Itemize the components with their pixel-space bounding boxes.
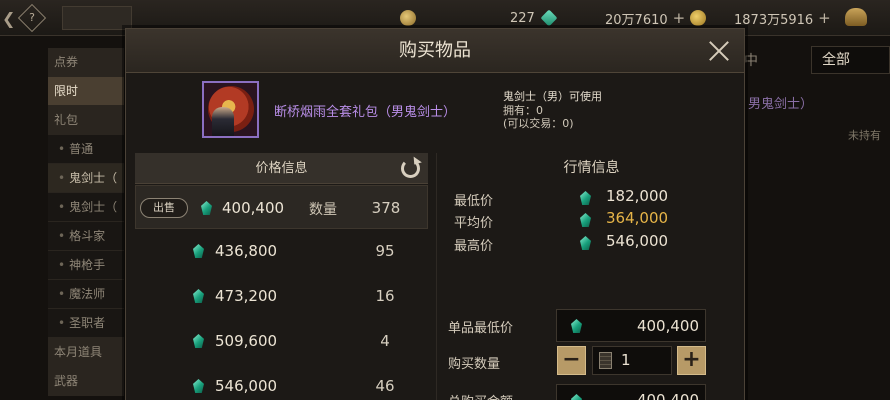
filter-dropdown[interactable]: 全部 xyxy=(811,46,890,74)
sidebar-item-limited[interactable]: 限时 xyxy=(48,77,124,106)
unit-price-value: 400,400 xyxy=(636,317,699,335)
price-info-header: 价格信息 xyxy=(135,153,428,184)
price-row[interactable]: 473,200 16 xyxy=(135,274,428,319)
market-min-label: 最低价 xyxy=(454,194,494,209)
market-max-value: 546,000 xyxy=(606,232,669,250)
market-min-row: 最低价 182,000 xyxy=(454,187,714,209)
price-list: 出售 400,400 数量 378 436,800 95 473,200 16 … xyxy=(135,185,428,400)
price-row[interactable]: 出售 400,400 数量 378 xyxy=(135,185,428,229)
total-amount-field: 400,400 xyxy=(556,384,706,400)
dialog-header: 购买物品 xyxy=(126,29,744,73)
gem-icon xyxy=(540,9,558,27)
item-name: 断桥烟雨全套礼包（男鬼剑士） xyxy=(274,105,457,120)
gem-icon xyxy=(571,394,582,400)
gem-icon xyxy=(193,289,204,303)
sidebar-item-points[interactable]: 点券 xyxy=(48,48,124,77)
currency-gem: 20万7610 + xyxy=(540,9,686,28)
gem-icon xyxy=(580,213,591,227)
back-icon[interactable]: ❮ xyxy=(2,9,15,28)
background-item-name: 男鬼剑士） xyxy=(748,97,814,112)
search-box[interactable] xyxy=(62,6,132,30)
listing-price: 473,200 xyxy=(215,287,278,305)
sidebar-item-monthly[interactable]: 本月道具 xyxy=(48,338,124,367)
sidebar-item-slayer-female[interactable]: 鬼剑士（ xyxy=(48,193,124,222)
gold-coin-icon xyxy=(690,10,706,26)
price-row[interactable]: 436,800 95 xyxy=(135,229,428,274)
dialog-title: 购买物品 xyxy=(399,40,471,61)
gem-icon xyxy=(193,334,204,348)
gem-icon xyxy=(193,379,204,393)
listing-quantity: 95 xyxy=(375,242,395,260)
listing-quantity: 4 xyxy=(380,332,390,350)
gem-icon xyxy=(571,319,582,333)
currency-value: 20万7610 xyxy=(605,12,668,28)
sidebar-item-fighter[interactable]: 格斗家 xyxy=(48,222,124,251)
price-row[interactable]: 509,600 4 xyxy=(135,319,428,364)
listing-price: 509,600 xyxy=(215,332,278,350)
listing-quantity: 16 xyxy=(375,287,395,305)
sidebar-item-slayer-male[interactable]: 鬼剑士（ xyxy=(48,164,124,193)
market-avg-row: 平均价 364,000 xyxy=(454,209,714,231)
sidebar-item-packages[interactable]: 礼包 xyxy=(48,106,124,135)
calculator-icon[interactable] xyxy=(599,352,612,369)
gem-icon xyxy=(580,191,591,205)
decrease-quantity-button[interactable]: − xyxy=(557,346,586,375)
panel-divider xyxy=(436,153,437,400)
sidebar-item-mage[interactable]: 魔法师 xyxy=(48,280,124,309)
market-avg-label: 平均价 xyxy=(454,216,494,231)
increase-quantity-button[interactable]: + xyxy=(677,346,706,375)
currency-value: 1873万5916 xyxy=(734,12,814,28)
gem-icon xyxy=(580,236,591,250)
sidebar-item-gunner[interactable]: 神枪手 xyxy=(48,251,124,280)
market-max-row: 最高价 546,000 xyxy=(454,232,714,254)
refresh-icon[interactable] xyxy=(401,159,420,178)
item-tradeable-count: (可以交易：0) xyxy=(503,117,574,130)
price-row[interactable]: 546,000 46 xyxy=(135,364,428,400)
quantity-input[interactable]: 1 xyxy=(592,346,672,375)
close-icon[interactable] xyxy=(706,38,732,64)
bag-icon[interactable] xyxy=(845,8,867,26)
total-amount-label: 总购买金额 xyxy=(448,391,513,400)
currency-gold: 1873万5916 + xyxy=(690,9,831,28)
total-amount-value: 400,400 xyxy=(636,391,699,400)
background-tab[interactable]: 中 xyxy=(744,50,758,70)
sidebar-item-normal[interactable]: 普通 xyxy=(48,135,124,164)
listing-quantity: 378 xyxy=(371,199,401,217)
market-info-title: 行情信息 xyxy=(563,160,620,176)
market-avg-value: 364,000 xyxy=(606,209,669,227)
quantity-value: 1 xyxy=(621,351,631,369)
gem-icon xyxy=(201,201,212,215)
listing-price: 546,000 xyxy=(215,377,278,395)
price-info-title: 价格信息 xyxy=(255,161,308,176)
add-gem-button[interactable]: + xyxy=(673,9,686,27)
currency-value: 227 xyxy=(510,10,535,26)
market-min-value: 182,000 xyxy=(606,187,669,205)
market-max-label: 最高价 xyxy=(454,239,494,254)
add-gold-button[interactable]: + xyxy=(818,9,831,27)
currency-coupon: 227 + xyxy=(400,9,552,27)
purchase-quantity-label: 购买数量 xyxy=(448,357,501,372)
sell-badge: 出售 xyxy=(140,198,188,218)
category-sidebar: 点券 限时 礼包 普通 鬼剑士（ 鬼剑士（ 格斗家 神枪手 魔法师 圣职者 本月… xyxy=(48,48,124,396)
listing-price: 400,400 xyxy=(222,199,285,217)
background-item-status: 未持有 xyxy=(848,129,881,142)
unit-price-field: 400,400 xyxy=(556,309,706,342)
sidebar-item-weapons[interactable]: 武器 xyxy=(48,367,124,396)
item-figure xyxy=(212,107,234,136)
help-icon[interactable]: ? xyxy=(17,3,47,33)
unit-price-label: 单品最低价 xyxy=(448,321,514,336)
gem-icon xyxy=(193,244,204,258)
listing-quantity: 46 xyxy=(375,377,395,395)
purchase-dialog: 购买物品 断桥烟雨全套礼包（男鬼剑士） 鬼剑士（男）可使用 拥有：0 (可以交易… xyxy=(125,28,745,400)
listing-price: 436,800 xyxy=(215,242,278,260)
quantity-label: 数量 xyxy=(309,202,337,218)
coupon-coin-icon xyxy=(400,10,416,26)
item-thumbnail[interactable] xyxy=(202,81,259,138)
sidebar-item-priest[interactable]: 圣职者 xyxy=(48,309,124,338)
